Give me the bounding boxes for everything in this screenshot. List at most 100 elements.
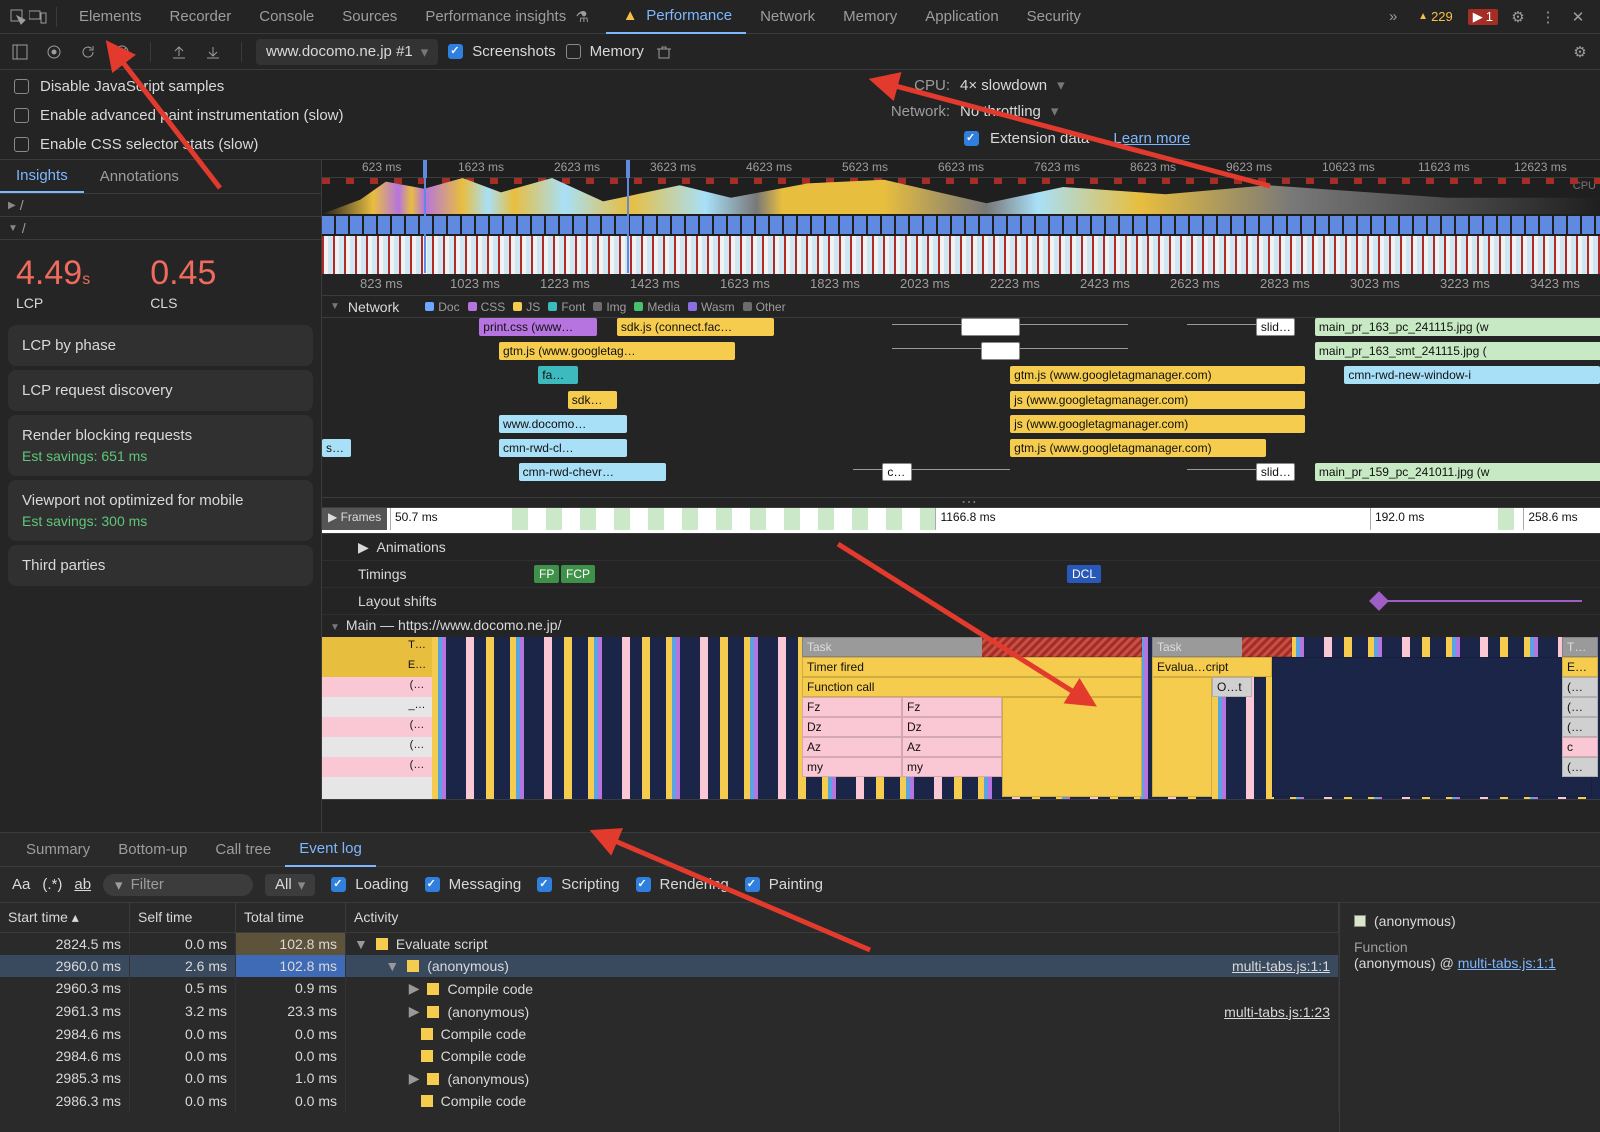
warnings-badge[interactable]: 229	[1413, 9, 1458, 24]
frames-lane[interactable]: ▶ Frames 50.7 ms 1166.8 ms 192.0 ms 258.…	[322, 508, 1600, 534]
main-lane-header[interactable]: Main — https://www.docomo.ne.jp/	[322, 615, 1600, 637]
flame-block[interactable]: Timer fired	[802, 657, 1142, 677]
whole-word-toggle[interactable]: ab	[74, 876, 91, 893]
errors-badge[interactable]: ▶ 1	[1468, 9, 1498, 25]
event-log-row[interactable]: 2984.6 ms0.0 ms0.0 ms Compile code	[0, 1023, 1339, 1045]
event-log-row[interactable]: 2961.3 ms3.2 ms23.3 ms ▶(anonymous)multi…	[0, 1000, 1339, 1023]
metric-cls[interactable]: 0.45 CLS	[150, 254, 216, 311]
network-request[interactable]: s…	[322, 439, 351, 457]
category-select[interactable]: All▾	[265, 874, 315, 896]
network-request[interactable]: js (www.googletagmanager.com)	[1010, 391, 1305, 409]
cat-painting[interactable]: Painting	[741, 874, 823, 895]
fp-marker[interactable]: FP	[534, 565, 559, 583]
event-log-row[interactable]: 2985.3 ms0.0 ms1.0 ms ▶(anonymous)	[0, 1067, 1339, 1090]
disable-js-toggle[interactable]: Disable JavaScript samples	[10, 76, 860, 97]
filter-input[interactable]: ▾Filter	[103, 874, 253, 896]
col-total-time[interactable]: Total time	[236, 903, 346, 932]
flame-block[interactable]: O…t	[1212, 677, 1252, 697]
detail-source-link[interactable]: multi-tabs.js:1:1	[1458, 955, 1556, 971]
network-request[interactable]: sdk…	[568, 391, 617, 409]
frames-lane-header[interactable]: ▶ Frames	[322, 508, 387, 530]
breadcrumb-expanded[interactable]: /	[0, 217, 321, 240]
animations-lane-header[interactable]: ▶ Animations	[322, 534, 1600, 561]
download-icon[interactable]	[199, 38, 227, 66]
flame-block[interactable]: Function call	[802, 677, 1142, 697]
cpu-throttle[interactable]: CPU:4× slowdown▾	[860, 76, 1580, 94]
event-log-row[interactable]: 2824.5 ms0.0 ms102.8 ms ▼Evaluate script	[0, 933, 1339, 955]
fcp-marker[interactable]: FCP	[561, 565, 595, 583]
col-start-time[interactable]: Start time ▴	[0, 903, 130, 932]
network-lane-header[interactable]: Network Doc CSS JS Font Img Media Wasm O…	[322, 296, 1600, 318]
sidebar-tab-insights[interactable]: Insights	[0, 160, 84, 193]
memory-checkbox[interactable]	[566, 44, 581, 59]
flame-block[interactable]: c	[1562, 737, 1598, 757]
metric-lcp[interactable]: 4.49s LCP	[16, 254, 90, 311]
adv-paint-checkbox[interactable]	[14, 108, 29, 123]
tab-performance[interactable]: ▲Performance	[606, 0, 746, 34]
flame-task[interactable]: Task	[1152, 637, 1292, 657]
upload-icon[interactable]	[165, 38, 193, 66]
css-stats-checkbox[interactable]	[14, 137, 29, 152]
network-request[interactable]	[961, 318, 1020, 336]
tab-memory[interactable]: Memory	[829, 0, 911, 34]
clear-icon[interactable]	[108, 38, 136, 66]
event-log-row[interactable]: 2960.0 ms2.6 ms102.8 ms ▼(anonymous)mult…	[0, 955, 1339, 977]
screenshots-toggle[interactable]: Screenshots	[444, 41, 555, 62]
flame-block[interactable]: (…	[1562, 677, 1598, 697]
tab-recorder[interactable]: Recorder	[156, 0, 246, 34]
insight-card[interactable]: Render blocking requestsEst savings: 651…	[8, 415, 313, 476]
close-icon[interactable]: ✕	[1568, 7, 1588, 27]
sidebar-tab-annotations[interactable]: Annotations	[84, 160, 195, 193]
col-activity[interactable]: Activity	[346, 903, 1339, 932]
cat-scripting[interactable]: Scripting	[533, 874, 619, 895]
event-log-row[interactable]: 2984.6 ms0.0 ms0.0 ms Compile code	[0, 1045, 1339, 1067]
event-log-row[interactable]: 2960.3 ms0.5 ms0.9 ms ▶Compile code	[0, 977, 1339, 1000]
network-request[interactable]: slid…	[1256, 463, 1295, 481]
network-request[interactable]: main_pr_163_pc_241115.jpg (w	[1315, 318, 1600, 336]
resize-gutter[interactable]	[322, 498, 1600, 508]
insight-card[interactable]: LCP by phase	[8, 325, 313, 366]
network-request[interactable]: www.docomo…	[499, 415, 627, 433]
insight-card[interactable]: Third parties	[8, 545, 313, 586]
tab-elements[interactable]: Elements	[65, 0, 156, 34]
learn-more-link[interactable]: Learn more	[1113, 130, 1190, 147]
tab-network[interactable]: Network	[746, 0, 829, 34]
network-lane[interactable]: print.css (www…sdk.js (connect.fac…slid……	[322, 318, 1600, 498]
drawer-tab-call-tree[interactable]: Call tree	[201, 833, 285, 867]
flame-task[interactable]: T…	[1562, 637, 1598, 657]
kebab-icon[interactable]: ⋮	[1538, 7, 1558, 27]
screenshots-checkbox[interactable]	[448, 44, 463, 59]
memory-toggle[interactable]: Memory	[562, 41, 644, 62]
settings-icon[interactable]: ⚙︎	[1508, 7, 1528, 27]
time-ruler[interactable]: 823 ms1023 ms1223 ms1423 ms1623 ms1823 m…	[322, 274, 1600, 296]
insight-card[interactable]: Viewport not optimized for mobileEst sav…	[8, 480, 313, 541]
flame-block[interactable]: (…	[1562, 697, 1598, 717]
network-request[interactable]: c…	[882, 463, 911, 481]
flame-block[interactable]: Az	[802, 737, 902, 757]
network-request[interactable]: gtm.js (www.googletagmanager.com)	[1010, 439, 1266, 457]
tab-perf-insights[interactable]: Performance insights⚗︎	[411, 0, 606, 34]
overview-minimap[interactable]: CPUNET623 ms1623 ms2623 ms3623 ms4623 ms…	[322, 160, 1600, 274]
record-icon[interactable]	[40, 38, 68, 66]
source-link[interactable]: multi-tabs.js:1:1	[1232, 958, 1330, 974]
timings-lane[interactable]: Timings FP FCP DCL	[322, 561, 1600, 588]
flame-block[interactable]: E…	[1562, 657, 1598, 677]
network-request[interactable]: sdk.js (connect.fac…	[617, 318, 774, 336]
cat-loading[interactable]: Loading	[327, 874, 408, 895]
flame-block[interactable]: my	[902, 757, 1002, 777]
network-request[interactable]	[981, 342, 1020, 360]
main-flame-chart[interactable]: Main — https://www.docomo.ne.jp/ T…E…(…_…	[322, 615, 1600, 800]
layout-shifts-lane[interactable]: Layout shifts	[322, 588, 1600, 615]
cat-messaging[interactable]: Messaging	[421, 874, 522, 895]
inspect-icon[interactable]	[8, 7, 28, 27]
reload-record-icon[interactable]	[74, 38, 102, 66]
tab-security[interactable]: Security	[1013, 0, 1095, 34]
flame-block[interactable]: Fz	[802, 697, 902, 717]
cat-rendering[interactable]: Rendering	[632, 874, 729, 895]
disable-js-checkbox[interactable]	[14, 79, 29, 94]
flame-block[interactable]: Dz	[802, 717, 902, 737]
flame-block[interactable]: Fz	[902, 697, 1002, 717]
drawer-tab-event-log[interactable]: Event log	[285, 833, 376, 867]
flame-block[interactable]: Az	[902, 737, 1002, 757]
case-match-toggle[interactable]: Aa	[12, 876, 30, 893]
